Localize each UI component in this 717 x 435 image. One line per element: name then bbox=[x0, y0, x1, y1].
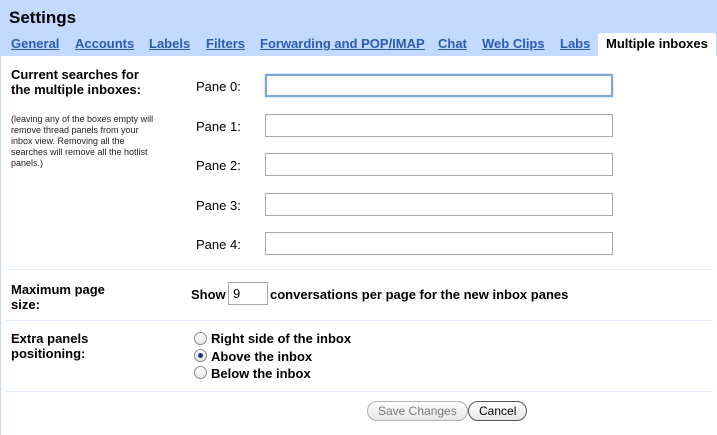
pane-4-label: Pane 4: bbox=[196, 237, 241, 252]
tab-web-clips[interactable]: Web Clips bbox=[482, 36, 545, 51]
pane-2-input[interactable] bbox=[265, 153, 613, 176]
page-size-prefix: Show bbox=[191, 287, 226, 302]
pane-0-input[interactable] bbox=[265, 74, 613, 97]
save-changes-button[interactable]: Save Changes bbox=[367, 401, 468, 421]
pane-3-label: Pane 3: bbox=[196, 198, 241, 213]
searches-note: (leaving any of the boxes empty will rem… bbox=[11, 114, 154, 168]
page-title: Settings bbox=[9, 8, 77, 27]
radio-above-inbox[interactable] bbox=[194, 349, 207, 362]
pane-0-label: Pane 0: bbox=[196, 79, 241, 94]
tab-filters[interactable]: Filters bbox=[206, 36, 245, 51]
tab-labs[interactable]: Labs bbox=[560, 36, 590, 51]
pane-4-input[interactable] bbox=[265, 232, 613, 255]
searches-heading: Current searches for the multiple inboxe… bbox=[11, 67, 142, 97]
tab-chat[interactable]: Chat bbox=[438, 36, 467, 51]
page-size-heading: Maximum page size: bbox=[11, 282, 105, 312]
pane-1-label: Pane 1: bbox=[196, 119, 241, 134]
pane-2-label: Pane 2: bbox=[196, 158, 241, 173]
radio-right-side-label[interactable]: Right side of the inbox bbox=[211, 331, 351, 346]
pane-1-input[interactable] bbox=[265, 114, 613, 137]
cancel-button[interactable]: Cancel bbox=[468, 401, 528, 421]
tab-accounts[interactable]: Accounts bbox=[75, 36, 134, 51]
tab-forwarding-pop-imap[interactable]: Forwarding and POP/IMAP bbox=[260, 36, 425, 51]
positioning-heading: Extra panels positioning: bbox=[11, 331, 89, 361]
settings-tabs: General Accounts Labels Filters Forwardi… bbox=[0, 33, 717, 56]
radio-right-side[interactable] bbox=[194, 332, 207, 345]
tab-multiple-inboxes[interactable]: Multiple inboxes bbox=[598, 33, 716, 56]
section-divider bbox=[6, 320, 713, 321]
pane-3-input[interactable] bbox=[265, 193, 613, 216]
radio-below-inbox-label[interactable]: Below the inbox bbox=[211, 366, 311, 381]
page-size-suffix: conversations per page for the new inbox… bbox=[270, 287, 569, 302]
settings-panel: Current searches for the multiple inboxe… bbox=[0, 56, 717, 435]
tab-general[interactable]: General bbox=[11, 36, 59, 51]
radio-below-inbox[interactable] bbox=[194, 366, 207, 379]
section-divider bbox=[6, 391, 713, 392]
section-divider bbox=[6, 269, 713, 270]
tab-labels[interactable]: Labels bbox=[149, 36, 190, 51]
page-size-input[interactable] bbox=[228, 282, 268, 305]
radio-above-inbox-label[interactable]: Above the inbox bbox=[211, 349, 312, 364]
